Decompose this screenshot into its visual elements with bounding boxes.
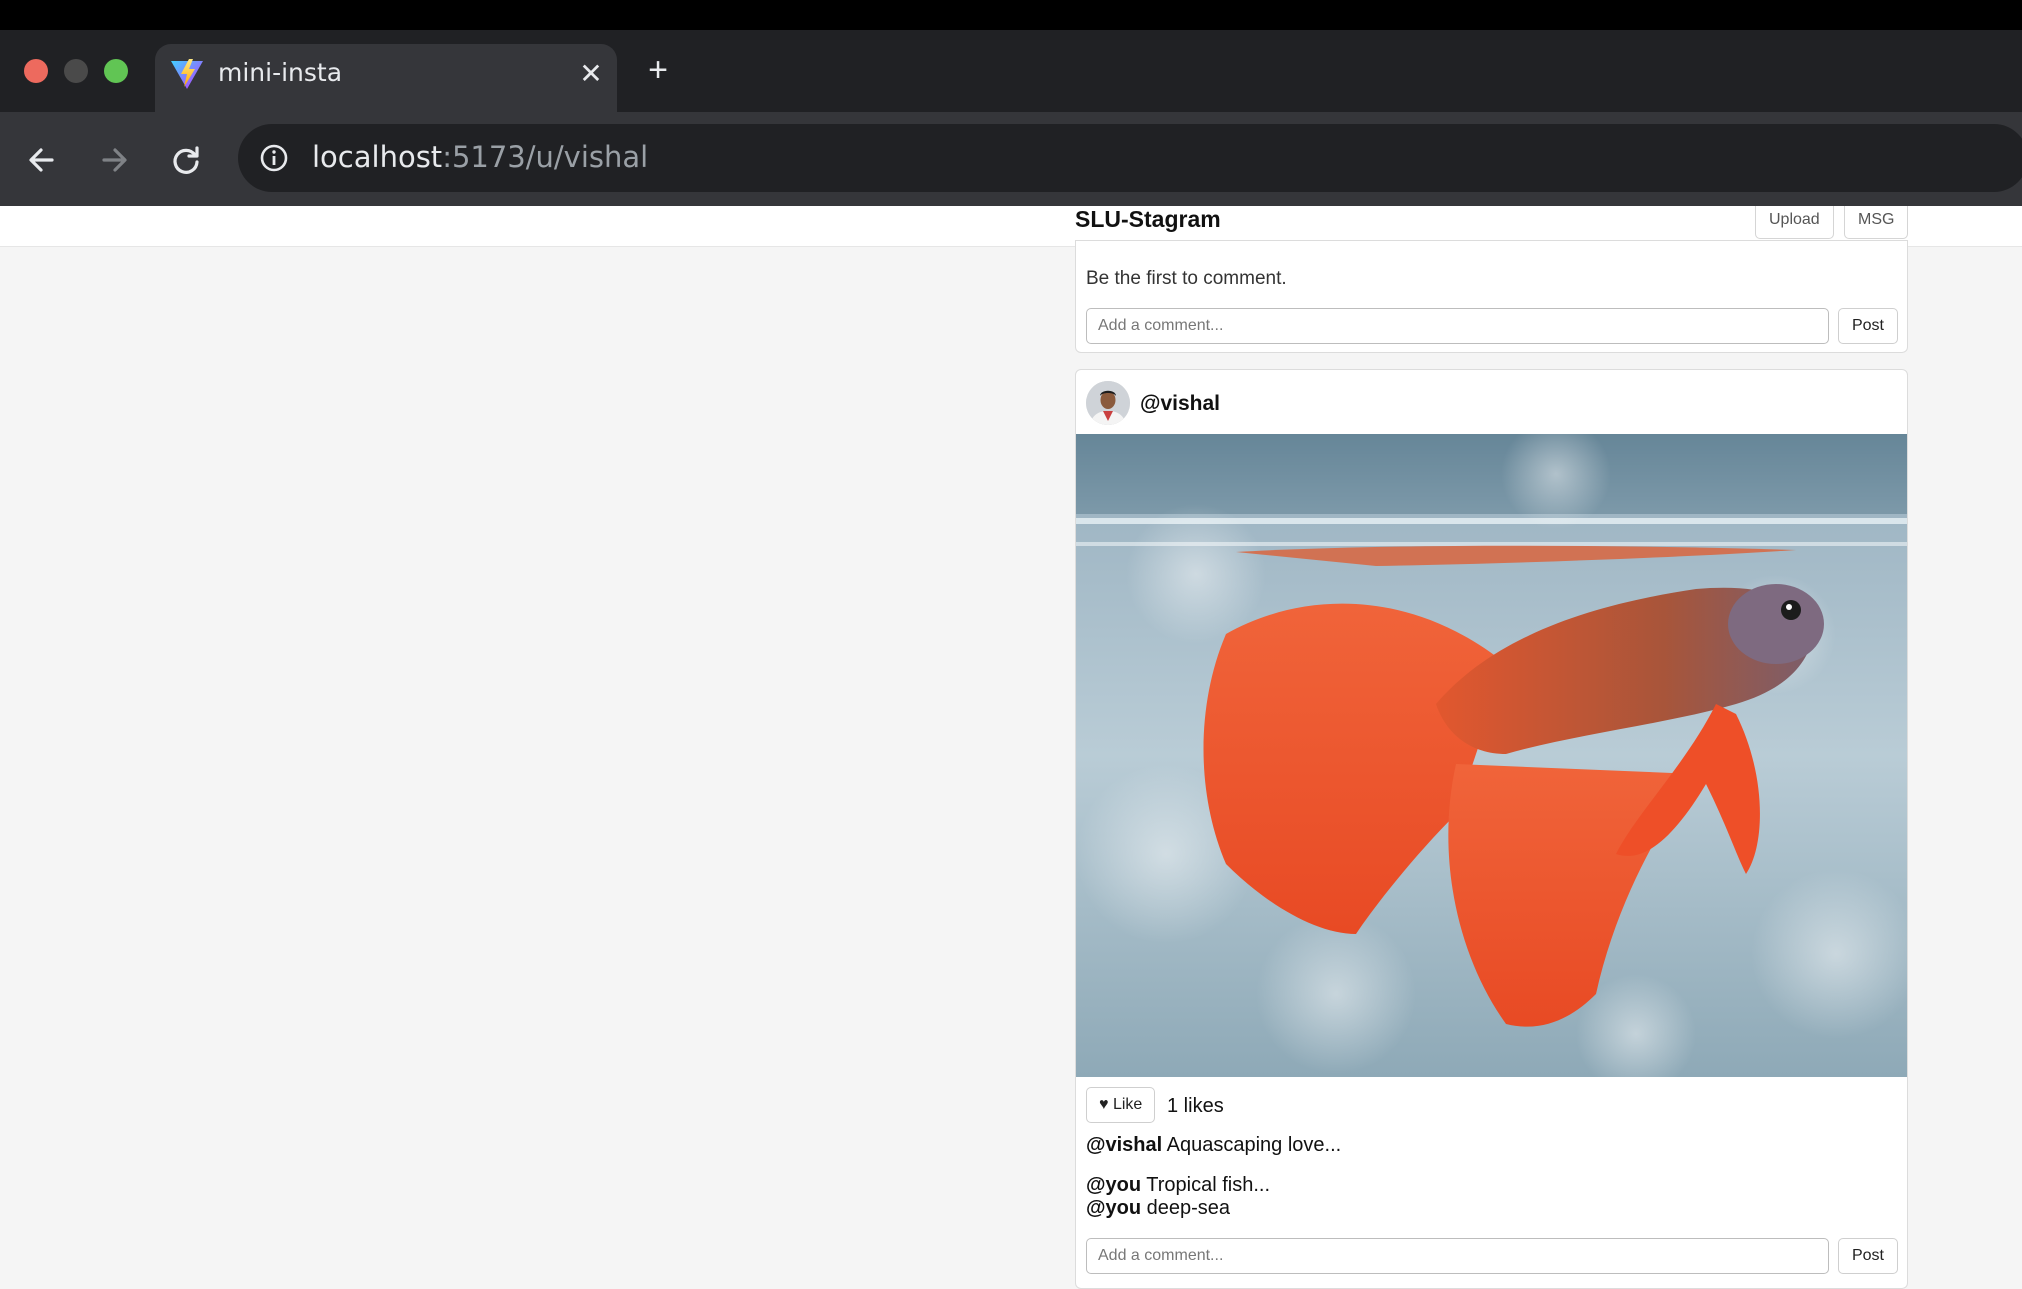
new-tab-button[interactable]: +: [640, 52, 676, 88]
address-url[interactable]: localhost:5173/u/vishal: [312, 140, 648, 174]
comment-text: Tropical fish...: [1141, 1174, 1270, 1196]
url-host: localhost: [312, 140, 443, 174]
tab-close-icon[interactable]: ✕: [573, 56, 609, 92]
avatar-photo-icon: [1086, 381, 1130, 425]
comment-item: @you deep-sea: [1086, 1197, 1230, 1220]
post-caption: @vishal Aquascaping love...: [1086, 1134, 1341, 1157]
avatar[interactable]: [1086, 381, 1130, 425]
post-username[interactable]: @vishal: [1140, 392, 1220, 416]
forward-arrow-icon[interactable]: [90, 136, 138, 184]
post-card-previous: Be the first to comment. Add a comment..…: [1075, 240, 1908, 353]
post-card: @vishal ♥ Like 1 likes @vishal Aquascapi…: [1075, 369, 1908, 1289]
window-close-button[interactable]: [24, 59, 48, 83]
post-image[interactable]: [1076, 434, 1908, 1077]
back-arrow-icon[interactable]: [18, 136, 66, 184]
msg-button[interactable]: MSG: [1844, 206, 1909, 239]
brand-title[interactable]: SLU-Stagram: [1075, 206, 1221, 232]
comment-text: deep-sea: [1141, 1197, 1231, 1219]
comment-input[interactable]: Add a comment...: [1086, 308, 1829, 344]
window-minimize-button[interactable]: [64, 59, 88, 83]
browser-tab-active[interactable]: mini-insta ✕: [155, 44, 617, 112]
caption-text: Aquascaping love...: [1162, 1134, 1342, 1156]
comment-input[interactable]: Add a comment...: [1086, 1238, 1829, 1274]
no-comments-text: Be the first to comment.: [1086, 268, 1287, 289]
reload-icon[interactable]: [162, 136, 210, 184]
post-comment-button[interactable]: Post: [1838, 308, 1898, 344]
screen-top-bar: [0, 0, 2022, 30]
url-path: :5173/u/vishal: [442, 140, 649, 174]
upload-button[interactable]: Upload: [1755, 206, 1834, 239]
vite-logo-icon: [171, 59, 203, 89]
comment-username[interactable]: @you: [1086, 1174, 1141, 1196]
tab-title: mini-insta: [218, 58, 343, 87]
caption-username[interactable]: @vishal: [1086, 1134, 1162, 1156]
likes-count: 1 likes: [1167, 1095, 1224, 1117]
site-info-icon[interactable]: [256, 140, 292, 176]
post-comment-button[interactable]: Post: [1838, 1238, 1898, 1274]
comment-username[interactable]: @you: [1086, 1197, 1141, 1219]
like-button[interactable]: ♥ Like: [1086, 1087, 1156, 1123]
window-maximize-button[interactable]: [104, 59, 128, 83]
comment-item: @you Tropical fish...: [1086, 1174, 1270, 1197]
